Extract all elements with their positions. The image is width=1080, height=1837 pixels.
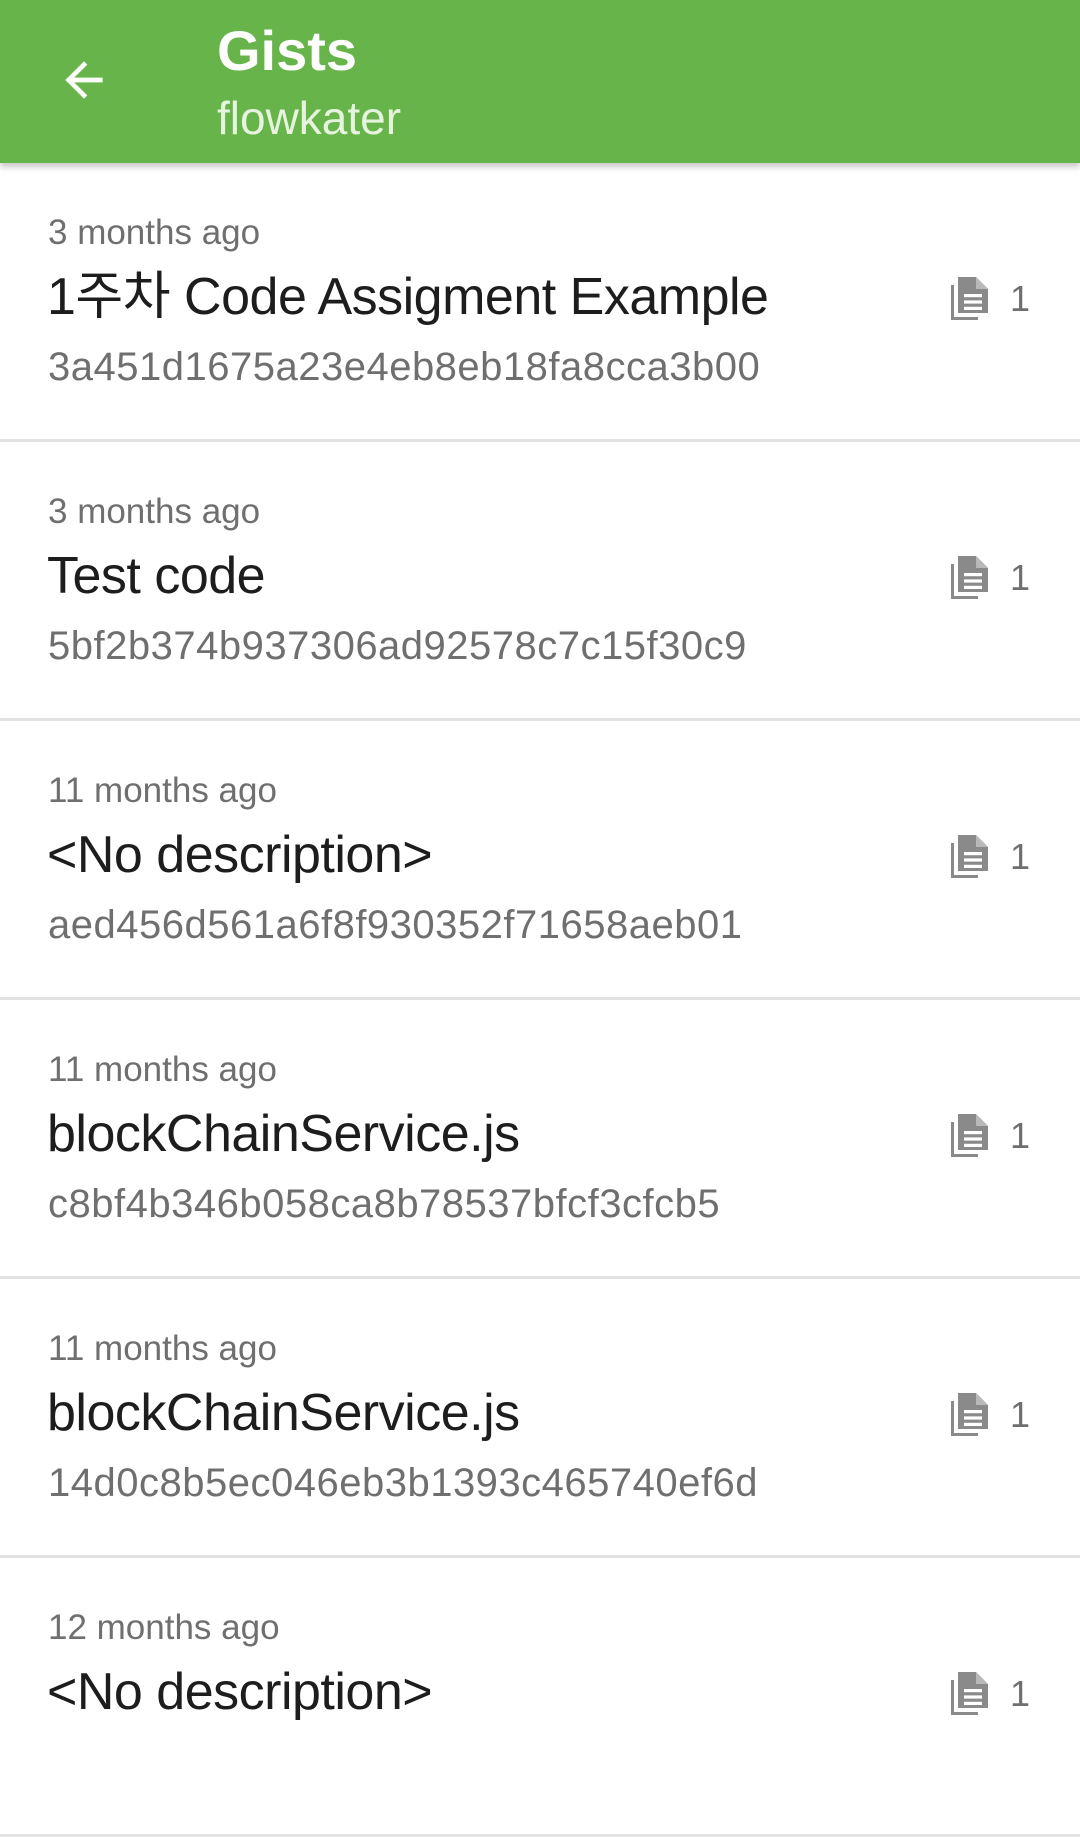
gist-list-item[interactable]: 11 months ago <No description> aed456d56…	[0, 721, 1080, 1000]
file-count-label: 1	[1009, 1673, 1030, 1714]
file-copy-icon	[948, 554, 992, 602]
file-copy-icon	[948, 275, 992, 323]
gist-id: 3a451d1675a23e4eb8eb18fa8cca3b00	[48, 345, 761, 389]
file-copy-icon	[948, 1391, 992, 1439]
gist-file-count: 1	[948, 1112, 1030, 1160]
gist-description: <No description>	[47, 826, 433, 884]
gist-timestamp: 3 months ago	[48, 492, 261, 531]
file-count-label: 1	[1009, 1394, 1030, 1435]
gist-list-item[interactable]: 3 months ago Test code 5bf2b374b937306ad…	[0, 442, 1080, 721]
app-bar: Gists flowkater	[0, 0, 1080, 163]
gist-timestamp: 3 months ago	[48, 213, 261, 252]
gist-timestamp: 11 months ago	[48, 1050, 277, 1089]
gist-description: blockChainService.js	[47, 1384, 520, 1442]
gist-description: Test code	[47, 547, 266, 605]
gist-timestamp: 11 months ago	[48, 1329, 277, 1368]
gist-description: 1주차 Code Assigment Example	[47, 268, 769, 326]
gist-list-item[interactable]: 11 months ago blockChainService.js 14d0c…	[0, 1279, 1080, 1558]
gist-description: <No description>	[47, 1663, 433, 1721]
gist-id: 5bf2b374b937306ad92578c7c15f30c9	[48, 624, 747, 668]
file-copy-icon	[948, 833, 992, 881]
back-button[interactable]	[48, 44, 120, 116]
gist-file-count: 1	[948, 554, 1030, 602]
gist-id: 14d0c8b5ec046eb3b1393c465740ef6d	[48, 1461, 759, 1505]
page-subtitle: flowkater	[217, 92, 402, 144]
file-count-label: 1	[1009, 1115, 1030, 1156]
gist-list-item[interactable]: 11 months ago blockChainService.js c8bf4…	[0, 1000, 1080, 1279]
file-count-label: 1	[1009, 278, 1030, 319]
gist-file-count: 1	[948, 833, 1030, 881]
file-count-label: 1	[1009, 557, 1030, 598]
gist-list-item[interactable]: 3 months ago 1주차 Code Assigment Example …	[0, 163, 1080, 442]
gist-timestamp: 12 months ago	[48, 1608, 280, 1647]
page-title: Gists	[217, 19, 358, 82]
gist-id: c8bf4b346b058ca8b78537bfcf3cfcb5	[48, 1182, 721, 1226]
gist-file-count: 1	[948, 275, 1030, 323]
gist-id: aed456d561a6f8f930352f71658aeb01	[48, 903, 743, 947]
arrow-left-icon	[65, 61, 103, 99]
gist-description: blockChainService.js	[47, 1105, 520, 1163]
gist-list-item[interactable]: 12 months ago <No description> 1	[0, 1558, 1080, 1837]
file-copy-icon	[948, 1670, 992, 1718]
file-copy-icon	[948, 1112, 992, 1160]
gist-timestamp: 11 months ago	[48, 771, 277, 810]
gist-list: 3 months ago 1주차 Code Assigment Example …	[0, 163, 1080, 1837]
file-count-label: 1	[1009, 836, 1030, 877]
gist-file-count: 1	[948, 1670, 1030, 1718]
gist-file-count: 1	[948, 1391, 1030, 1439]
appbar-titles: Gists flowkater	[217, 14, 401, 148]
